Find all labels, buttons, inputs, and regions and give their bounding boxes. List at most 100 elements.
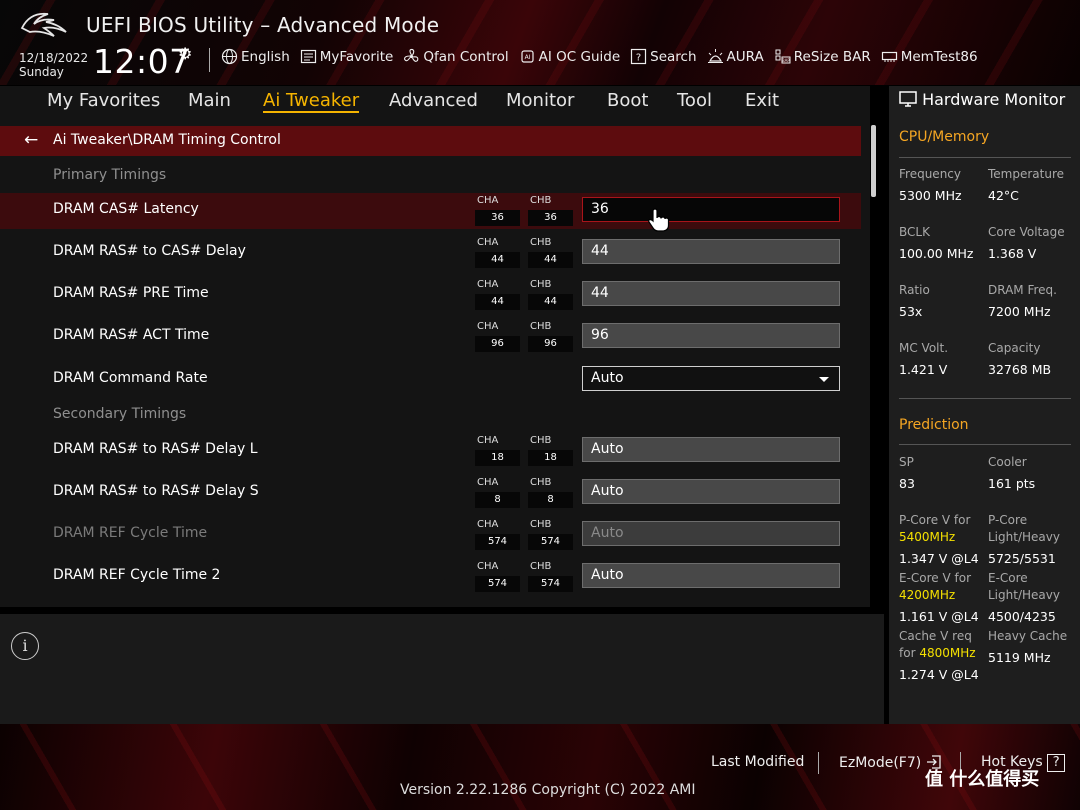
main-nav: My Favorites Main Ai Tweaker Advanced Mo… bbox=[0, 86, 870, 118]
bclk-value: 100.00 MHz bbox=[899, 246, 974, 261]
chevron-down-icon bbox=[819, 377, 829, 382]
core-voltage-label: Core Voltage bbox=[988, 225, 1065, 239]
aura-light-icon bbox=[707, 49, 723, 63]
ezmode-label: EzMode(F7) bbox=[839, 755, 922, 771]
myfavorite-label: MyFavorite bbox=[319, 48, 394, 65]
setting-row-ras-act[interactable]: DRAM RAS# ACT Time CHA 96 CHB 96 96 bbox=[0, 319, 861, 355]
channel-b-value: CHB 8 bbox=[528, 477, 573, 509]
cas-latency-input[interactable]: 36 bbox=[582, 197, 840, 222]
channel-b-value: CHB 36 bbox=[528, 195, 573, 227]
setting-label: DRAM RAS# PRE Time bbox=[53, 285, 209, 301]
watermark-logo: 值 什么值得买 bbox=[925, 769, 1040, 790]
command-rate-select[interactable]: Auto bbox=[582, 366, 840, 391]
help-icon: ? bbox=[1047, 754, 1066, 772]
divider bbox=[818, 752, 819, 774]
scrollbar[interactable] bbox=[871, 125, 876, 197]
channel-a-value: CHA 36 bbox=[475, 195, 520, 227]
myfavorite-button[interactable]: MyFavorite bbox=[300, 48, 394, 65]
ras-to-cas-input[interactable]: 44 bbox=[582, 239, 840, 264]
setting-row-ref-cycle: DRAM REF Cycle Time CHA 574 CHB 574 Auto bbox=[0, 517, 861, 553]
tab-advanced[interactable]: Advanced bbox=[389, 90, 478, 111]
ref-cycle-2-input[interactable]: Auto bbox=[582, 563, 840, 588]
cpu-memory-title: CPU/Memory bbox=[899, 129, 990, 145]
tab-main[interactable]: Main bbox=[188, 90, 231, 111]
tab-tool[interactable]: Tool bbox=[677, 90, 712, 111]
last-modified-button[interactable]: Last Modified bbox=[711, 754, 804, 770]
channel-b-value: CHB 574 bbox=[528, 519, 573, 551]
divider bbox=[899, 398, 1071, 399]
tab-ai-tweaker[interactable]: Ai Tweaker bbox=[263, 90, 360, 113]
language-button[interactable]: English bbox=[221, 48, 290, 65]
setting-label: DRAM RAS# ACT Time bbox=[53, 327, 210, 343]
pcore-lh-label: P-Core Light/Heavy bbox=[988, 513, 1060, 544]
setting-label: DRAM RAS# to CAS# Delay bbox=[53, 243, 246, 259]
toolbar: English MyFavorite Qfan Control AI AI OC… bbox=[221, 48, 978, 65]
ecore-v-label: E-Core V for 4200MHz bbox=[899, 571, 972, 602]
prediction-title: Prediction bbox=[899, 417, 969, 433]
tab-monitor[interactable]: Monitor bbox=[506, 90, 574, 111]
ras-act-input[interactable]: 96 bbox=[582, 323, 840, 348]
memtest86-label: MemTest86 bbox=[900, 48, 978, 65]
favorite-list-icon bbox=[300, 49, 316, 64]
pcore-v-label: P-Core V for 5400MHz bbox=[899, 513, 971, 544]
channel-b-value: CHB 96 bbox=[528, 321, 573, 353]
rrd-l-input[interactable]: Auto bbox=[582, 437, 840, 462]
gear-icon[interactable]: ⚙ bbox=[178, 44, 192, 63]
aura-button[interactable]: AURA bbox=[707, 48, 764, 65]
setting-row-ras-to-cas[interactable]: DRAM RAS# to CAS# Delay CHA 44 CHB 44 44 bbox=[0, 235, 861, 271]
search-button[interactable]: ? Search bbox=[630, 48, 697, 65]
cache-v-value: 1.274 V @L4 bbox=[899, 667, 979, 682]
pcore-lh-value: 5725/5531 bbox=[988, 551, 1056, 566]
pcore-v-value: 1.347 V @L4 bbox=[899, 551, 979, 566]
setting-row-ras-pre[interactable]: DRAM RAS# PRE Time CHA 44 CHB 44 44 bbox=[0, 277, 861, 313]
rog-logo-icon bbox=[20, 12, 67, 37]
tab-exit[interactable]: Exit bbox=[745, 90, 779, 111]
channel-a-value: CHA 18 bbox=[475, 435, 520, 467]
rrd-s-input[interactable]: Auto bbox=[582, 479, 840, 504]
setting-label: DRAM REF Cycle Time 2 bbox=[53, 567, 221, 583]
bclk-label: BCLK bbox=[899, 225, 930, 239]
ecore-lh-label: E-Core Light/Heavy bbox=[988, 571, 1060, 602]
hand-cursor-icon bbox=[648, 208, 670, 232]
setting-row-command-rate[interactable]: DRAM Command Rate Auto bbox=[0, 362, 861, 398]
section-secondary-timings: Secondary Timings bbox=[53, 406, 187, 422]
capacity-value: 32768 MB bbox=[988, 362, 1052, 377]
setting-row-cas-latency[interactable]: DRAM CAS# Latency CHA 36 CHB 36 36 bbox=[0, 193, 861, 232]
mc-volt-label: MC Volt. bbox=[899, 341, 949, 355]
channel-b-value: CHB 44 bbox=[528, 279, 573, 311]
back-arrow-icon[interactable]: ← bbox=[24, 130, 38, 150]
header-bar: UEFI BIOS Utility – Advanced Mode 12/18/… bbox=[0, 0, 1080, 85]
frequency-value: 5300 MHz bbox=[899, 188, 962, 203]
channel-a-value: CHA 574 bbox=[475, 561, 520, 593]
ref-cycle-input: Auto bbox=[582, 521, 840, 546]
aura-label: AURA bbox=[726, 48, 764, 65]
divider bbox=[209, 48, 210, 72]
setting-row-rrd-s[interactable]: DRAM RAS# to RAS# Delay S CHA 8 CHB 8 Auto bbox=[0, 475, 861, 511]
channel-a-value: CHA 44 bbox=[475, 279, 520, 311]
capacity-label: Capacity bbox=[988, 341, 1041, 355]
ecore-lh-value: 4500/4235 bbox=[988, 609, 1056, 624]
setting-label: DRAM RAS# to RAS# Delay L bbox=[53, 441, 258, 457]
qfan-control-button[interactable]: Qfan Control bbox=[403, 48, 509, 65]
memtest86-button[interactable]: MemTest86 bbox=[881, 48, 978, 65]
app-title: UEFI BIOS Utility – Advanced Mode bbox=[86, 13, 440, 37]
setting-row-ref-cycle-2[interactable]: DRAM REF Cycle Time 2 CHA 574 CHB 574 Auto bbox=[0, 559, 861, 595]
breadcrumb[interactable]: ← Ai Tweaker\DRAM Timing Control bbox=[0, 126, 861, 156]
channel-a-value: CHA 96 bbox=[475, 321, 520, 353]
ai-oc-guide-button[interactable]: AI AI OC Guide bbox=[519, 48, 620, 65]
channel-b-value: CHB 18 bbox=[528, 435, 573, 467]
resize-bar-button[interactable]: BAR ReSize BAR bbox=[774, 48, 871, 65]
temperature-label: Temperature bbox=[988, 167, 1065, 181]
channel-b-value: CHB 44 bbox=[528, 237, 573, 269]
cooler-label: Cooler bbox=[988, 455, 1027, 469]
ras-pre-input[interactable]: 44 bbox=[582, 281, 840, 306]
section-primary-timings: Primary Timings bbox=[53, 167, 167, 183]
resize-bar-icon: BAR bbox=[775, 49, 791, 64]
ecore-v-value: 1.161 V @L4 bbox=[899, 609, 979, 624]
setting-row-rrd-l[interactable]: DRAM RAS# to RAS# Delay L CHA 18 CHB 18 Au… bbox=[0, 433, 861, 469]
cooler-value: 161 pts bbox=[988, 476, 1036, 491]
channel-a-value: CHA 8 bbox=[475, 477, 520, 509]
tab-my-favorites[interactable]: My Favorites bbox=[47, 90, 160, 111]
tab-boot[interactable]: Boot bbox=[607, 90, 648, 111]
heavy-cache-value: 5119 MHz bbox=[988, 650, 1051, 665]
